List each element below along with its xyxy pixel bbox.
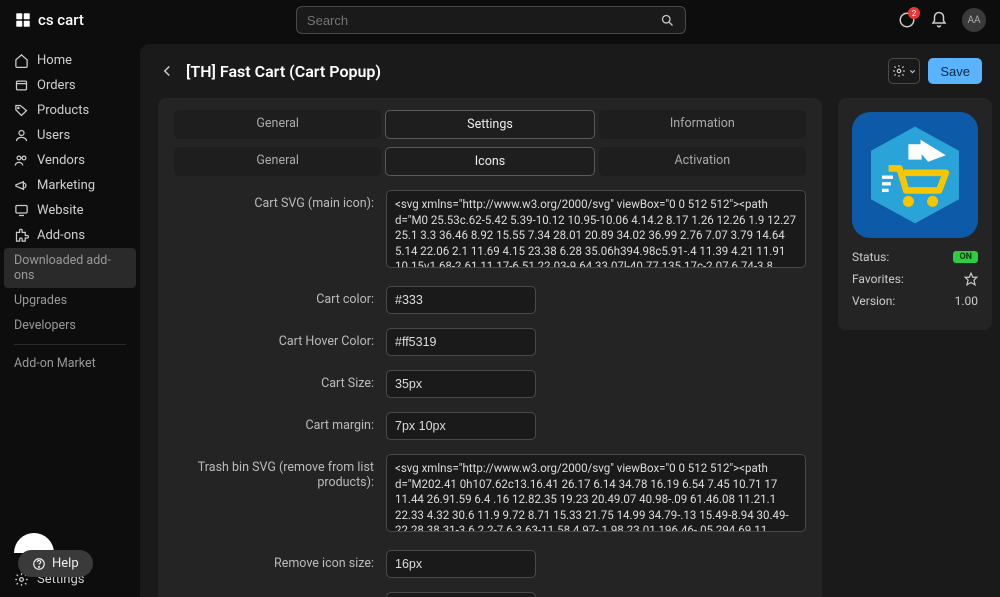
help-button[interactable]: Help: [18, 550, 93, 577]
page-gear-button[interactable]: [888, 58, 920, 84]
sidebar-item-label: Vendors: [37, 153, 85, 168]
user-icon: [14, 128, 29, 143]
tab-general-2[interactable]: General: [174, 147, 381, 176]
chevron-down-icon: [908, 67, 917, 76]
sidebar-item-label: Products: [37, 103, 89, 118]
tag-icon: [14, 103, 29, 118]
sidebar-item-label: Developers: [14, 318, 76, 333]
label-cart-margin: Cart margin:: [174, 412, 374, 433]
input-cart-margin[interactable]: [386, 412, 536, 440]
sidebar-item-label: Upgrades: [14, 293, 67, 308]
search-box[interactable]: [296, 6, 686, 34]
bell-icon[interactable]: [930, 11, 948, 29]
sidebar-item-label: Marketing: [37, 178, 95, 193]
logo-icon: [14, 11, 32, 29]
search-wrap: [100, 6, 882, 34]
sidebar-sub-downloaded[interactable]: Downloaded add-ons: [4, 248, 136, 288]
gear-icon: [892, 64, 906, 78]
back-arrow-icon[interactable]: [158, 62, 176, 80]
input-trash-svg[interactable]: [386, 454, 806, 532]
page-title: [TH] Fast Cart (Cart Popup): [186, 62, 381, 81]
monitor-icon: [14, 203, 29, 218]
sidebar-item-label: Orders: [37, 78, 76, 93]
favorites-label: Favorites:: [852, 272, 904, 286]
sidebar-item-vendors[interactable]: Vendors: [0, 148, 140, 173]
page-header: [TH] Fast Cart (Cart Popup) Save: [158, 58, 982, 84]
tab-general[interactable]: General: [174, 110, 381, 139]
tab-information[interactable]: Information: [599, 110, 806, 139]
input-cart-svg[interactable]: [386, 190, 806, 268]
sidebar-item-label: Downloaded add-ons: [14, 253, 122, 283]
megaphone-icon: [14, 178, 29, 193]
cart-logo-icon: [860, 120, 970, 230]
vendors-icon: [14, 153, 29, 168]
input-cart-hover[interactable]: [386, 328, 536, 356]
brand-text: cs cart: [38, 11, 84, 29]
version-label: Version:: [852, 294, 895, 308]
sidebar-sub-market[interactable]: Add-on Market: [0, 351, 140, 376]
sidebar-item-marketing[interactable]: Marketing: [0, 173, 140, 198]
label-cart-svg: Cart SVG (main icon):: [174, 190, 374, 211]
brand-logo[interactable]: cs cart: [14, 11, 84, 29]
label-cart-hover: Cart Hover Color:: [174, 328, 374, 349]
avatar[interactable]: AA: [962, 8, 986, 32]
label-cart-color: Cart color:: [174, 286, 374, 307]
sidebar-item-users[interactable]: Users: [0, 123, 140, 148]
input-remove-color[interactable]: [386, 592, 536, 597]
notification-badge: 2: [908, 7, 920, 19]
input-cart-color[interactable]: [386, 286, 536, 314]
home-icon: [14, 53, 29, 68]
label-remove-color: Remove icon color:: [174, 592, 374, 597]
save-button[interactable]: Save: [928, 58, 982, 84]
orders-icon: [14, 78, 29, 93]
tabs-primary: General Settings Information: [174, 110, 806, 139]
search-input[interactable]: [307, 13, 660, 28]
search-icon: [660, 13, 675, 28]
label-trash-svg: Trash bin SVG (remove from list products…: [174, 454, 374, 490]
sidebar-item-label: Users: [37, 128, 70, 143]
label-cart-size: Cart Size:: [174, 370, 374, 391]
help-icon: [32, 557, 46, 571]
notifications-icon[interactable]: 2: [898, 11, 916, 29]
status-label: Status:: [852, 250, 889, 264]
sidebar-item-label: Add-ons: [37, 228, 85, 243]
input-cart-size[interactable]: [386, 370, 536, 398]
version-value: 1.00: [955, 294, 978, 308]
topbar-right: 2 AA: [898, 8, 986, 32]
sidebar-sub-developers[interactable]: Developers: [0, 313, 140, 338]
tab-activation[interactable]: Activation: [599, 147, 806, 176]
sidebar-item-website[interactable]: Website: [0, 198, 140, 223]
sidebar-item-products[interactable]: Products: [0, 98, 140, 123]
tab-icons[interactable]: Icons: [385, 147, 594, 176]
tab-settings[interactable]: Settings: [385, 110, 594, 139]
addon-logo: [852, 112, 978, 238]
main-content: [TH] Fast Cart (Cart Popup) Save General…: [140, 44, 1000, 597]
star-icon[interactable]: [964, 272, 978, 286]
tabs-secondary: General Icons Activation: [174, 147, 806, 176]
input-remove-size[interactable]: [386, 550, 536, 578]
sidebar-separator: [14, 344, 126, 345]
sidebar-item-addons[interactable]: Add-ons: [0, 223, 140, 248]
sidebar-item-label: Add-on Market: [14, 356, 96, 371]
sidebar-item-home[interactable]: Home: [0, 48, 140, 73]
sidebar-item-orders[interactable]: Orders: [0, 73, 140, 98]
sidebar-item-label: Website: [37, 203, 84, 218]
label-remove-size: Remove icon size:: [174, 550, 374, 571]
form-panel: General Settings Information General Ico…: [158, 98, 822, 597]
side-panel: Status: ON Favorites: Version: 1.00: [838, 98, 992, 330]
sidebar: Home Orders Products Users Vendors Marke…: [0, 40, 140, 597]
puzzle-icon: [14, 228, 29, 243]
help-label: Help: [52, 556, 79, 571]
sidebar-item-label: Home: [37, 53, 72, 68]
status-badge[interactable]: ON: [953, 251, 978, 263]
sidebar-sub-upgrades[interactable]: Upgrades: [0, 288, 140, 313]
topbar: cs cart 2 AA: [0, 0, 1000, 40]
